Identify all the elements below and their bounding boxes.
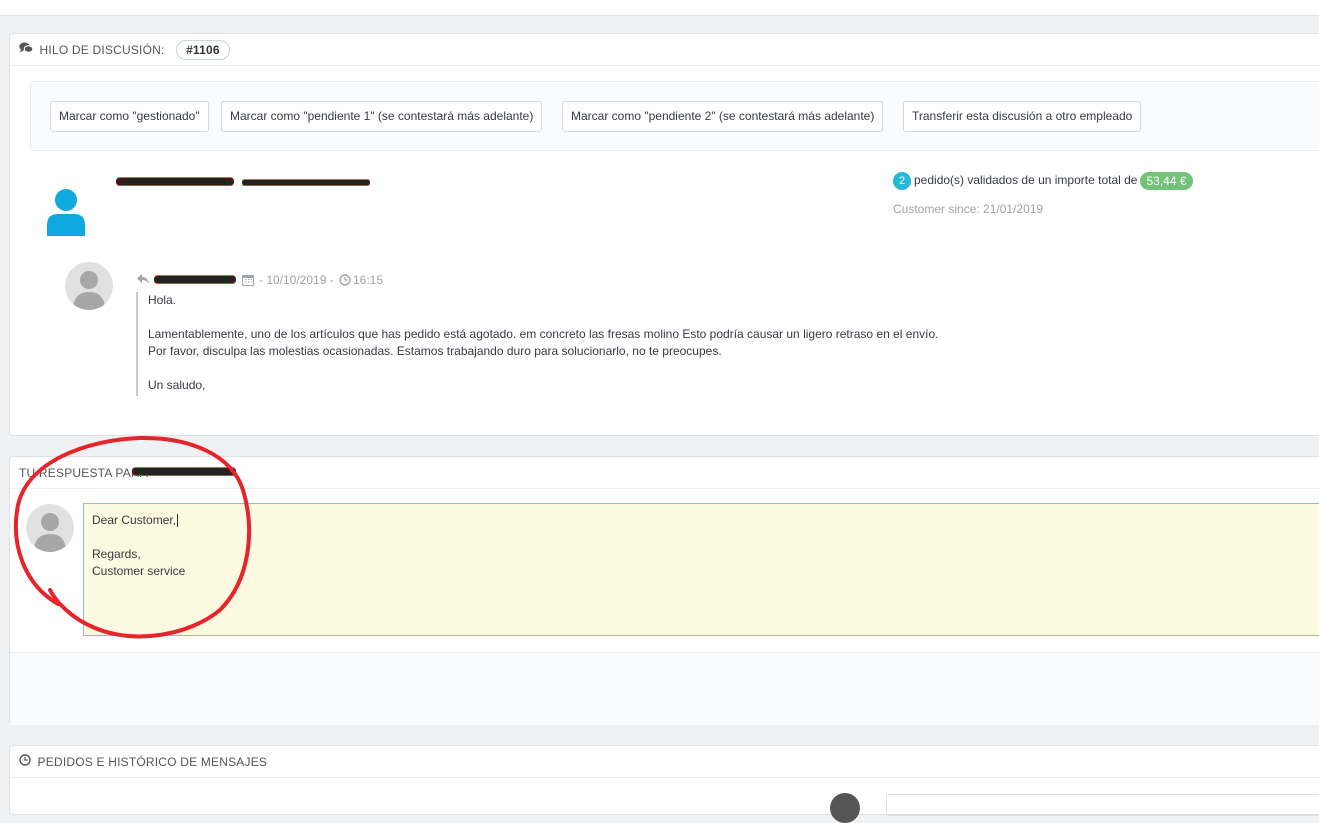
message-line: Lamentablemente, uno de los artículos qu… <box>148 327 939 341</box>
reply-line: Customer service <box>92 564 186 578</box>
clock-icon <box>339 274 351 289</box>
clock-icon <box>19 746 31 778</box>
thread-heading-label: HILO DE DISCUSIÓN: <box>39 43 165 57</box>
top-bar <box>0 0 1319 16</box>
employee-avatar <box>65 262 113 310</box>
customer-orders-summary: 2 pedido(s) validados de un importe total… <box>893 172 1193 190</box>
thread-id-badge: #1106 <box>176 39 230 60</box>
history-panel-heading: PEDIDOS E HISTÓRICO DE MENSAJES <box>10 746 1319 778</box>
mark-pending-2-button[interactable]: Marcar como "pendiente 2" (se contestará… <box>562 101 884 132</box>
message-line: Hola. <box>148 293 177 307</box>
reply-line: Regards, <box>92 547 141 561</box>
customer-since: Customer since: 21/01/2019 <box>893 202 1044 216</box>
message-date: - 10/10/2019 - <box>259 273 334 287</box>
reply-recipient-redacted <box>132 468 236 475</box>
calendar-icon <box>242 274 254 289</box>
history-heading-label: PEDIDOS E HISTÓRICO DE MENSAJES <box>37 755 268 769</box>
orders-count-badge: 2 <box>893 172 911 190</box>
reply-avatar <box>26 504 74 552</box>
message-time: 16:15 <box>353 273 384 287</box>
orders-text: pedido(s) validados de un importe total … <box>914 173 1138 188</box>
message-line: Un saludo, <box>148 378 206 392</box>
mark-handled-button[interactable]: Marcar como "gestionado" <box>50 101 209 132</box>
reply-line: Dear Customer, <box>92 513 179 528</box>
reply-line <box>92 529 1319 546</box>
comments-icon <box>19 34 34 66</box>
reply-panel: TU RESPUESTA PARA Dear Customer, Regards… <box>9 456 1319 725</box>
thread-actions-well: Marcar como "gestionado" Marcar como "pe… <box>30 81 1319 151</box>
orders-total-badge: 53,44 € <box>1140 172 1193 190</box>
history-input-box <box>886 794 1319 816</box>
mark-pending-1-button[interactable]: Marcar como "pendiente 1" (se contestará… <box>221 101 543 132</box>
customer-email-redacted <box>242 180 370 185</box>
message-line <box>148 360 1248 377</box>
reply-panel-footer <box>10 652 1319 725</box>
reply-textarea[interactable]: Dear Customer, Regards, Customer service <box>83 503 1319 636</box>
history-panel: PEDIDOS E HISTÓRICO DE MENSAJES <box>9 745 1319 823</box>
reply-heading-label: TU RESPUESTA PARA <box>19 466 148 480</box>
transfer-thread-button[interactable]: Transferir esta discusión a otro emplead… <box>903 101 1142 132</box>
message-line: Por favor, disculpa las molestias ocasio… <box>148 344 722 358</box>
thread-panel-heading: HILO DE DISCUSIÓN: #1106 <box>10 34 1319 66</box>
reply-icon <box>136 273 150 288</box>
customer-name-redacted <box>116 178 234 185</box>
customer-user-icon <box>46 188 86 239</box>
message-body: Hola. Lamentablemente, uno de los artícu… <box>136 292 1248 396</box>
thread-panel: HILO DE DISCUSIÓN: #1106 Marcar como "ge… <box>9 33 1319 436</box>
employee-name-redacted <box>154 276 236 283</box>
history-avatar <box>830 793 860 823</box>
message-line <box>148 309 1248 326</box>
